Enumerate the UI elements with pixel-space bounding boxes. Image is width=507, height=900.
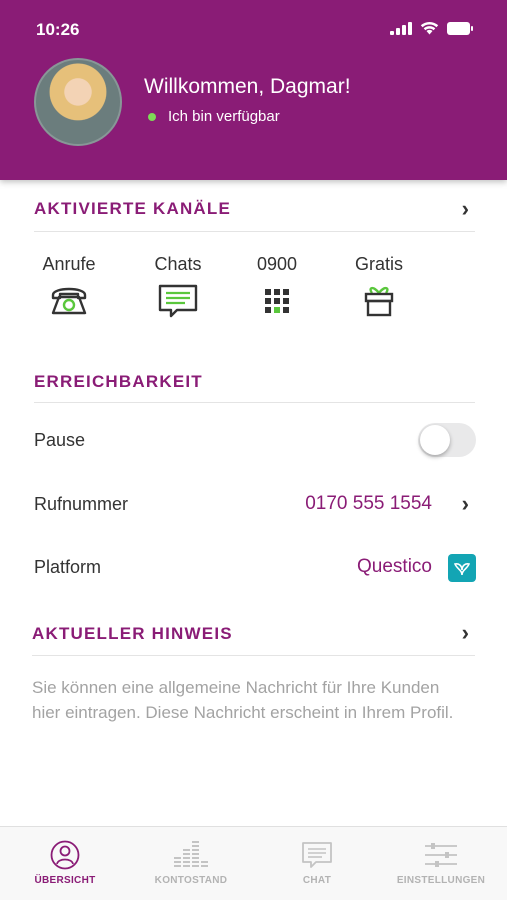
channel-label: Anrufe — [42, 254, 96, 274]
sliders-icon — [425, 843, 457, 867]
tab-kontostand[interactable]: KONTOSTAND — [128, 827, 254, 900]
channel-label: 0900 — [256, 254, 298, 274]
wifi-icon — [420, 21, 439, 35]
notice-title[interactable]: AKTUELLER HINWEIS — [32, 624, 233, 644]
chat-icon — [158, 284, 198, 318]
channels-title[interactable]: AKTIVIERTE KANÄLE — [34, 199, 231, 219]
toggle-knob — [420, 425, 450, 455]
platform-label: Platform — [34, 557, 102, 577]
availability-status[interactable]: Ich bin verfügbar — [148, 108, 280, 125]
tab-label: ÜBERSICHT — [34, 875, 96, 886]
phone-number-label: Rufnummer — [34, 494, 129, 514]
channel-label: Gratis — [354, 254, 403, 274]
tab-chat[interactable]: CHAT — [254, 827, 380, 900]
keypad-icon — [265, 289, 289, 313]
status-icons — [390, 21, 473, 35]
status-bar: 10:26 — [0, 0, 507, 58]
equalizer-icon — [174, 841, 208, 867]
divider — [34, 231, 475, 232]
tab-uebersicht[interactable]: ÜBERSICHT — [2, 827, 128, 900]
app-header: 10:26 Willkommen, Dagmar! Ich bin verfüg… — [0, 0, 507, 180]
tab-label: EINSTELLUNGEN — [396, 875, 486, 886]
status-dot — [148, 112, 156, 121]
phone-icon — [51, 287, 87, 315]
pause-label: Pause — [34, 430, 86, 450]
notice-text[interactable]: Sie können eine allgemeine Nachricht für… — [32, 675, 472, 725]
questico-logo-icon — [448, 554, 476, 582]
avatar[interactable] — [34, 58, 122, 146]
user-circle-icon — [50, 840, 80, 870]
channel-label: Chats — [154, 254, 202, 274]
availability-label: Ich bin verfügbar — [168, 108, 280, 125]
gift-icon — [364, 286, 394, 317]
tab-label: CHAT — [302, 875, 332, 886]
notice-chevron-icon[interactable]: › — [462, 620, 469, 646]
pause-toggle[interactable] — [418, 423, 476, 457]
status-time: 10:26 — [36, 20, 80, 39]
tab-einstellungen[interactable]: EINSTELLUNGEN — [378, 827, 504, 900]
welcome-text: Willkommen, Dagmar! — [144, 75, 351, 98]
tab-label: KONTOSTAND — [154, 875, 228, 886]
phone-number-value[interactable]: 0170 555 1554 — [305, 493, 432, 515]
tab-bar: ÜBERSICHT KONTOSTAND CHAT EINSTELLUNGEN — [0, 826, 507, 900]
battery-icon — [447, 22, 473, 35]
chat-bubble-icon — [302, 842, 332, 868]
channel-chats[interactable]: Chats — [133, 254, 223, 319]
channel-gratis[interactable]: Gratis — [334, 254, 424, 319]
channels-chevron-icon[interactable]: › — [462, 196, 469, 222]
divider — [34, 402, 475, 403]
reachability-title: ERREICHBARKEIT — [34, 372, 203, 391]
channel-anrufe[interactable]: Anrufe — [24, 254, 114, 317]
phone-number-chevron-icon[interactable]: › — [462, 491, 469, 517]
platform-value: Questico — [357, 556, 432, 577]
channel-0900[interactable]: 0900 — [232, 254, 322, 319]
divider — [32, 655, 475, 656]
signal-icon — [390, 22, 412, 35]
